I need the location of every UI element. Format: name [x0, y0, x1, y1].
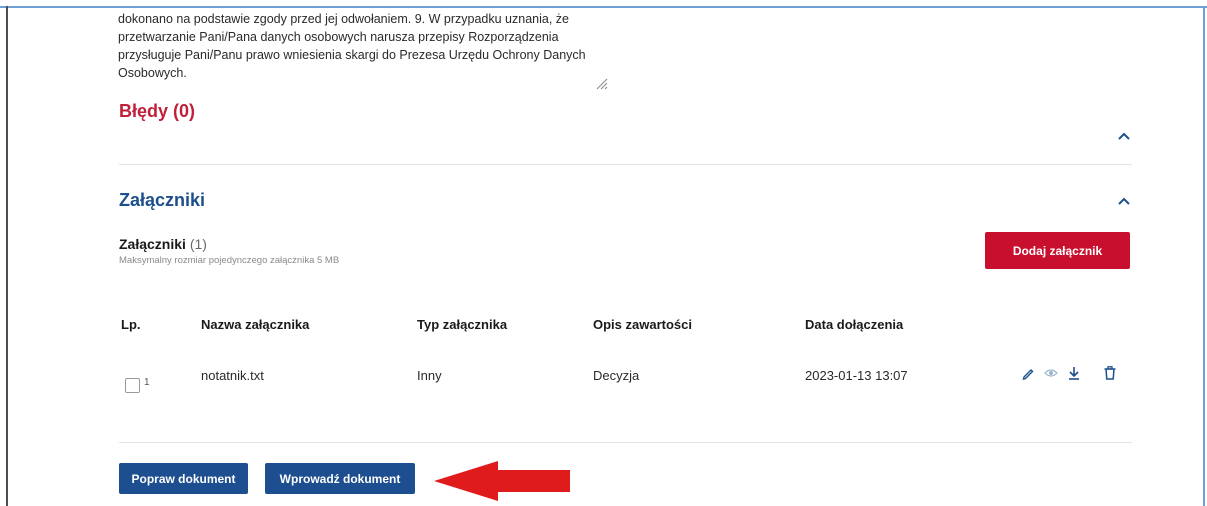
errors-section-title[interactable]: Błędy (0): [119, 101, 195, 122]
textarea-line: przetwarzanie Pani/Pana danych osobowych…: [118, 30, 559, 44]
submit-document-button[interactable]: Wprowadź dokument: [265, 463, 415, 494]
attachments-heading-label: Załączniki: [119, 236, 186, 252]
col-header-lp: Lp.: [121, 317, 141, 332]
attachments-heading: Załączniki (1): [119, 236, 207, 252]
download-icon[interactable]: [1066, 365, 1082, 381]
chevron-up-icon[interactable]: [1117, 196, 1131, 206]
row-number: 1: [144, 377, 150, 388]
max-size-note: Maksymalny rozmiar pojedynczego załączni…: [119, 255, 340, 266]
window-left-border: [6, 6, 8, 506]
attachment-name: notatnik.txt: [201, 368, 264, 383]
attachment-type: Inny: [417, 368, 442, 383]
attachments-section-title[interactable]: Załączniki: [119, 190, 205, 211]
row-checkbox[interactable]: [125, 378, 140, 393]
consent-textarea[interactable]: dokonano na podstawie zgody przed jej od…: [118, 10, 614, 96]
textarea-line: Osobowych.: [118, 66, 187, 80]
window-top-border: [0, 6, 1207, 8]
col-header-type: Typ załącznika: [417, 317, 508, 332]
chevron-up-icon[interactable]: [1117, 131, 1131, 141]
eye-icon[interactable]: [1043, 365, 1059, 381]
attachments-count: (1): [189, 236, 207, 252]
pencil-icon[interactable]: [1020, 365, 1036, 381]
window-right-border: [1203, 6, 1205, 506]
attachment-description: Decyzja: [593, 368, 640, 383]
fix-document-button[interactable]: Popraw dokument: [119, 463, 248, 494]
col-header-date: Data dołączenia: [805, 317, 904, 332]
attachment-date: 2023-01-13 13:07: [805, 368, 908, 383]
col-header-name: Nazwa załącznika: [201, 317, 310, 332]
textarea-line: przysługuje Pani/Panu prawo wniesienia s…: [118, 48, 586, 62]
col-header-description: Opis zawartości: [593, 317, 692, 332]
section-divider: [119, 164, 1132, 165]
section-divider: [119, 442, 1132, 443]
resize-grip-icon[interactable]: [594, 76, 608, 90]
add-attachment-button[interactable]: Dodaj załącznik: [985, 232, 1130, 269]
trash-icon[interactable]: [1102, 365, 1118, 381]
red-arrow-annotation: [434, 461, 570, 501]
textarea-line: dokonano na podstawie zgody przed jej od…: [118, 12, 569, 26]
